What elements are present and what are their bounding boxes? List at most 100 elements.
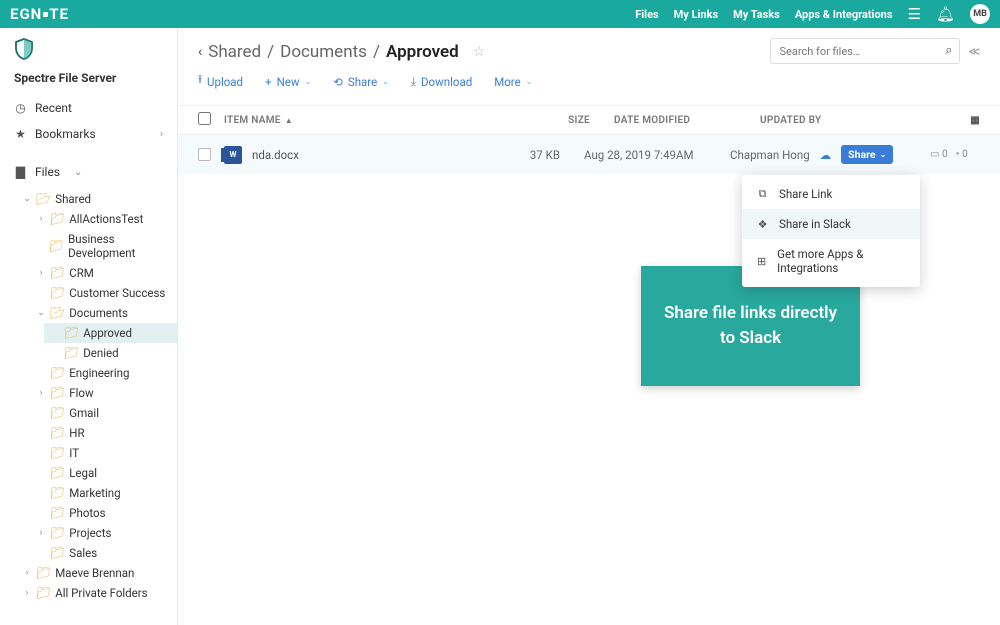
- nav-apps[interactable]: Apps & Integrations: [795, 8, 893, 21]
- table-header: ITEM NAME▲ SIZE DATE MODIFIED UPDATED BY…: [178, 105, 1000, 135]
- bell-icon[interactable]: 🔔︎: [936, 5, 955, 23]
- col-size[interactable]: SIZE: [530, 115, 590, 126]
- tree-shared[interactable]: ⌄📂︎Shared: [16, 189, 177, 209]
- action-bar: ⭱Upload +New⌄ ⟲Share⌄ ⤓Download More⌄: [198, 62, 980, 97]
- dropdown-share-link[interactable]: ⧉Share Link: [742, 179, 920, 209]
- link-icon: ⟲: [333, 75, 343, 89]
- tree-bizdev[interactable]: 📁︎Business Development: [30, 229, 177, 263]
- upload-button[interactable]: ⭱Upload: [198, 72, 243, 91]
- shield-icon: [14, 38, 34, 65]
- folder-icon: 📁︎: [50, 506, 65, 520]
- sidebar-bookmarks[interactable]: ★Bookmarks›: [0, 121, 177, 147]
- server-name: Spectre File Server: [14, 71, 116, 85]
- hamburger-icon[interactable]: ☰: [908, 5, 921, 23]
- tree-engineering[interactable]: 📁︎Engineering: [30, 363, 177, 383]
- twisty-open-icon: ⌄: [22, 194, 32, 204]
- twisty-open-icon: ⌄: [36, 308, 46, 318]
- sidebar: Spectre File Server ◷Recent ★Bookmarks› …: [0, 28, 178, 625]
- view-options-icon[interactable]: ▦: [960, 115, 980, 126]
- collapse-panel-icon[interactable]: ≪: [968, 45, 980, 58]
- chevron-down-icon: ⌄: [382, 77, 389, 86]
- twisty-icon: ›: [36, 214, 46, 224]
- folder-icon: 📁︎: [50, 286, 65, 300]
- tree-gmail[interactable]: 📁︎Gmail: [30, 403, 177, 423]
- tasks-count[interactable]: ◔ 0: [954, 149, 968, 160]
- tree-it[interactable]: 📁︎IT: [30, 443, 177, 463]
- search-input[interactable]: [770, 38, 960, 64]
- sidebar-files[interactable]: ▇Files⌄: [0, 159, 177, 185]
- file-row[interactable]: W nda.docx 37 KB Aug 28, 2019 7:49AM Cha…: [178, 135, 1000, 174]
- twisty-icon: ›: [36, 268, 46, 278]
- new-button[interactable]: +New⌄: [265, 72, 311, 91]
- crumb-shared[interactable]: Shared: [208, 42, 261, 62]
- sidebar-recent[interactable]: ◷Recent: [0, 95, 177, 121]
- content-pane: ⌕ ≪ ‹ Shared / Documents / Approved ☆ ⭱U…: [178, 28, 1000, 625]
- more-button[interactable]: More⌄: [494, 72, 532, 91]
- avatar[interactable]: MB: [970, 4, 990, 24]
- row-checkbox[interactable]: [198, 148, 211, 161]
- tree-documents[interactable]: ⌄📂︎Documents: [30, 303, 177, 323]
- dropdown-get-apps[interactable]: ⊞Get more Apps & Integrations: [742, 239, 920, 283]
- comments-count[interactable]: ▭ 0: [930, 149, 948, 160]
- nav-files[interactable]: Files: [635, 8, 658, 21]
- folder-icon: 📁︎: [36, 586, 51, 600]
- brand-logo: EGNTE: [10, 5, 69, 23]
- tree-allprivate[interactable]: ›📁︎All Private Folders: [16, 583, 177, 603]
- tree-allactions[interactable]: ›📁︎AllActionsTest: [30, 209, 177, 229]
- chevron-right-icon: ›: [160, 129, 163, 140]
- share-button[interactable]: ⟲Share⌄: [333, 72, 389, 91]
- plus-icon: +: [265, 75, 272, 89]
- tree-hr[interactable]: 📁︎HR: [30, 423, 177, 443]
- search-icon[interactable]: ⌕: [945, 43, 952, 58]
- folder-icon: 📁︎: [50, 426, 65, 440]
- folder-icon: 📁︎: [36, 566, 51, 580]
- folder-icon: 📁︎: [49, 239, 64, 253]
- link-icon: ⧉: [756, 187, 769, 201]
- back-icon[interactable]: ‹: [198, 44, 202, 60]
- chevron-down-icon: ⌄: [305, 77, 312, 86]
- topbar: EGNTE Files My Links My Tasks Apps & Int…: [0, 0, 1000, 28]
- folder-icon: 📁︎: [50, 526, 65, 540]
- tree-crm[interactable]: ›📁︎CRM: [30, 263, 177, 283]
- download-button[interactable]: ⤓Download: [411, 72, 472, 91]
- tree-marketing[interactable]: 📁︎Marketing: [30, 483, 177, 503]
- nav-mylinks[interactable]: My Links: [674, 8, 718, 21]
- tree-maeve[interactable]: ›📁︎Maeve Brennan: [16, 563, 177, 583]
- favorite-star-icon[interactable]: ☆: [473, 44, 486, 60]
- star-icon: ★: [14, 127, 27, 141]
- tree-approved[interactable]: 📁︎Approved: [44, 323, 177, 343]
- tree-denied[interactable]: 📁︎Denied: [44, 343, 177, 363]
- plus-square-icon: ⊞: [756, 255, 767, 268]
- twisty-icon: ›: [22, 568, 32, 578]
- file-name[interactable]: nda.docx: [252, 148, 500, 162]
- twisty-icon: ›: [36, 528, 46, 538]
- updated-by: Chapman Hong: [730, 148, 810, 162]
- file-size: 37 KB: [500, 148, 560, 162]
- tree-projects[interactable]: ›📁︎Projects: [30, 523, 177, 543]
- row-share-button[interactable]: Share⌄: [841, 145, 893, 164]
- col-name[interactable]: ITEM NAME: [224, 115, 281, 126]
- slack-icon: ❖: [756, 218, 769, 231]
- crumb-documents[interactable]: Documents: [280, 42, 367, 62]
- tree-custsuccess[interactable]: 📁︎Customer Success: [30, 283, 177, 303]
- tree-photos[interactable]: 📁︎Photos: [30, 503, 177, 523]
- select-all-checkbox[interactable]: [198, 112, 211, 125]
- tree-sales[interactable]: 📁︎Sales: [30, 543, 177, 563]
- folder-icon: 📁︎: [50, 212, 65, 226]
- file-date: Aug 28, 2019 7:49AM: [560, 148, 700, 162]
- cloud-icon[interactable]: ☁: [820, 148, 832, 162]
- chevron-down-icon: ⌄: [74, 167, 82, 178]
- twisty-icon: ›: [36, 388, 46, 398]
- word-file-icon: W: [224, 146, 242, 164]
- dropdown-share-slack[interactable]: ❖Share in Slack: [742, 209, 920, 239]
- tree-legal[interactable]: 📁︎Legal: [30, 463, 177, 483]
- folder-icon: 📁︎: [50, 386, 65, 400]
- col-date[interactable]: DATE MODIFIED: [590, 115, 730, 126]
- folder-open-icon: 📂︎: [36, 192, 51, 206]
- folder-icon: 📁︎: [50, 546, 65, 560]
- col-updated-by[interactable]: UPDATED BY: [730, 115, 960, 126]
- folder-icon: 📁︎: [50, 466, 65, 480]
- tree-flow[interactable]: ›📁︎Flow: [30, 383, 177, 403]
- nav-mytasks[interactable]: My Tasks: [733, 8, 780, 21]
- folder-icon: 📁︎: [64, 346, 79, 360]
